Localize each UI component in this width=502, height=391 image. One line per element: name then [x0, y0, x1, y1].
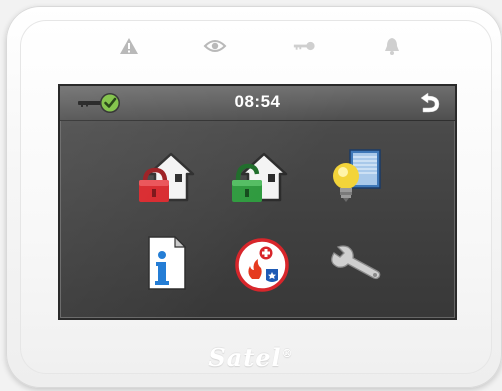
- info-icon[interactable]: [135, 233, 199, 293]
- status-bar: 08:54: [60, 86, 455, 121]
- brand-name: Satel: [208, 343, 282, 372]
- disarm-icon[interactable]: [228, 146, 292, 206]
- brand-mark: ®: [281, 347, 294, 360]
- eye-icon: [203, 34, 227, 58]
- arm-icon[interactable]: [135, 146, 199, 206]
- indicator-row: [0, 34, 502, 62]
- back-arrow-icon[interactable]: [415, 90, 443, 116]
- lighting-control-icon[interactable]: [324, 146, 388, 206]
- alarm-icon[interactable]: [230, 233, 294, 293]
- key-icon: [292, 34, 316, 58]
- trouble-icon: [117, 34, 141, 58]
- touch-screen: 08:54: [60, 86, 455, 318]
- brand-logo: Satel®: [0, 343, 502, 372]
- service-wrench-icon[interactable]: [324, 233, 388, 293]
- clock: 08:54: [234, 92, 281, 111]
- bell-icon: [380, 34, 404, 58]
